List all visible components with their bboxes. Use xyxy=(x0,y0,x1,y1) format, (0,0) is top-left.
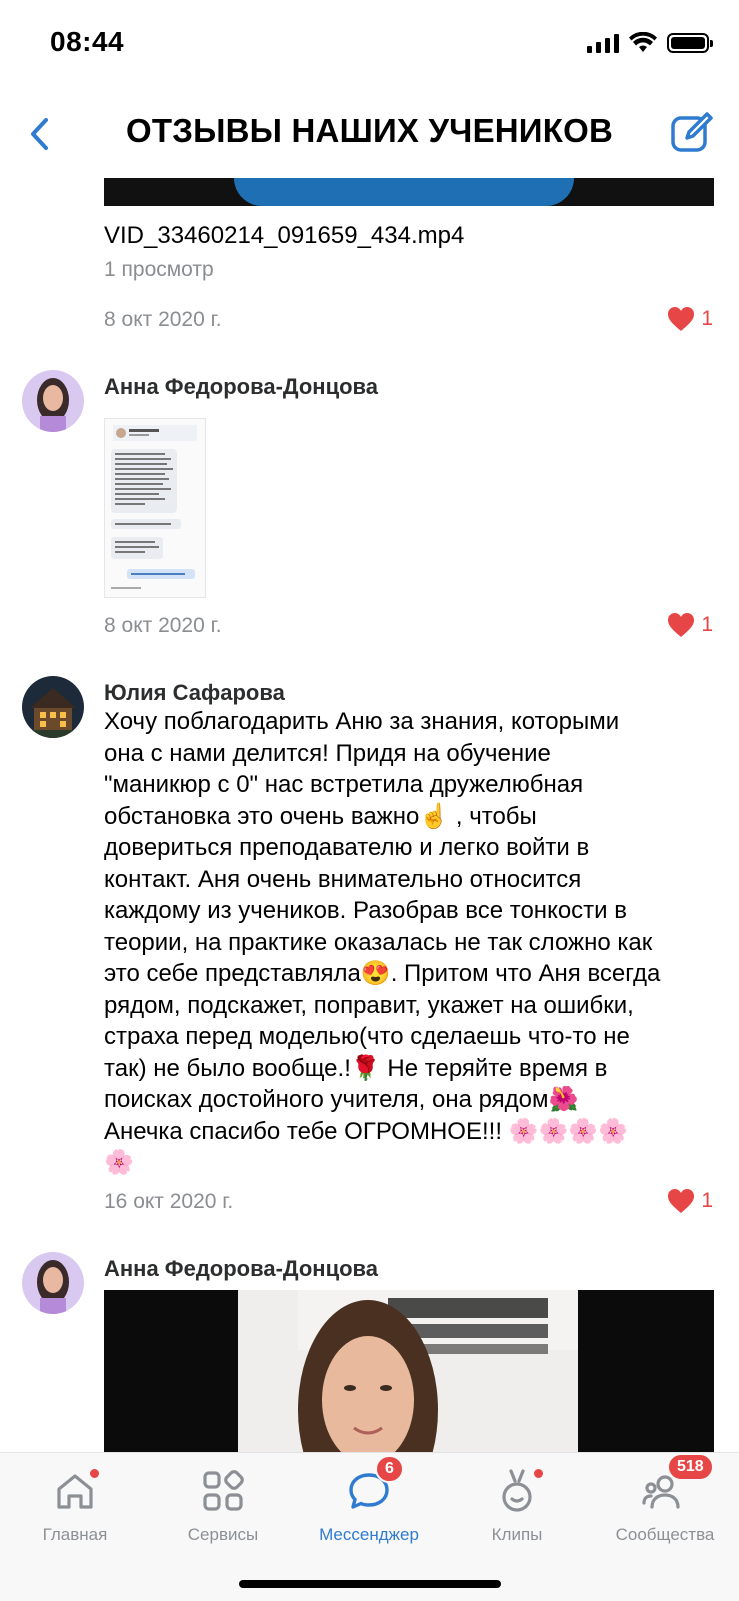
heart-icon xyxy=(668,307,695,331)
battery-icon xyxy=(667,33,713,53)
post-date: 8 окт 2020 г. xyxy=(104,308,222,331)
cellular-signal-icon xyxy=(587,33,619,53)
status-time: 08:44 xyxy=(50,26,125,57)
tab-communities[interactable]: 518 Сообщества xyxy=(600,1453,730,1545)
post-date: 8 окт 2020 г. xyxy=(104,614,222,637)
author-name[interactable]: Анна Федорова-Донцова xyxy=(104,374,378,400)
notification-dot xyxy=(88,1467,101,1480)
header: ОТЗЫВЫ НАШИХ УЧЕНИКОВ xyxy=(0,92,739,178)
like-count: 1 xyxy=(701,1189,713,1212)
tab-clips[interactable]: Клипы xyxy=(452,1467,582,1545)
like-count: 1 xyxy=(701,613,713,636)
unread-badge: 518 xyxy=(667,1453,714,1481)
tab-messenger[interactable]: 6 Мессенджер xyxy=(304,1455,434,1545)
review-text: Хочу поблагодарить Аню за знания, которы… xyxy=(104,708,661,1176)
heart-icon xyxy=(668,1189,695,1213)
wifi-icon xyxy=(629,32,657,52)
like-button[interactable]: 1 xyxy=(667,612,713,638)
video-preview[interactable] xyxy=(104,1290,714,1452)
tab-label: Клипы xyxy=(491,1525,543,1544)
status-icons xyxy=(587,32,713,54)
screenshot-attachment[interactable] xyxy=(104,418,206,598)
tab-bar: Главная Сервисы 6 Мессенджер Клипы 518 С… xyxy=(0,1452,739,1601)
tab-label: Сообщества xyxy=(615,1525,715,1544)
home-indicator xyxy=(239,1580,501,1588)
post-date: 16 окт 2020 г. xyxy=(104,1190,234,1213)
author-name[interactable]: Анна Федорова-Донцова xyxy=(104,1256,378,1282)
tab-label: Главная xyxy=(42,1525,108,1544)
compose-button[interactable] xyxy=(667,108,717,158)
video-preview[interactable] xyxy=(104,178,714,206)
feed[interactable]: VID_33460214_091659_434.mp4 1 просмотр 8… xyxy=(0,178,739,1452)
tab-label: Мессенджер xyxy=(319,1525,419,1544)
notification-dot xyxy=(532,1467,545,1480)
avatar[interactable] xyxy=(22,1252,84,1314)
unread-badge: 6 xyxy=(375,1455,404,1483)
like-count: 1 xyxy=(701,307,713,330)
status-bar: 08:44 xyxy=(0,0,739,92)
compose-icon xyxy=(671,112,713,152)
author-name[interactable]: Юлия Сафарова xyxy=(104,680,285,706)
avatar[interactable] xyxy=(22,676,84,738)
like-button[interactable]: 1 xyxy=(667,1188,713,1214)
view-count: 1 просмотр xyxy=(104,258,214,281)
tab-services[interactable]: Сервисы xyxy=(158,1467,288,1545)
video-file-name[interactable]: VID_33460214_091659_434.mp4 xyxy=(104,222,464,250)
services-icon xyxy=(203,1470,244,1511)
tab-label: Сервисы xyxy=(187,1525,259,1544)
heart-icon xyxy=(668,613,695,637)
page-title: ОТЗЫВЫ НАШИХ УЧЕНИКОВ xyxy=(126,112,613,149)
avatar[interactable] xyxy=(22,370,84,432)
like-button[interactable]: 1 xyxy=(667,306,713,332)
tab-home[interactable]: Главная xyxy=(10,1467,140,1545)
